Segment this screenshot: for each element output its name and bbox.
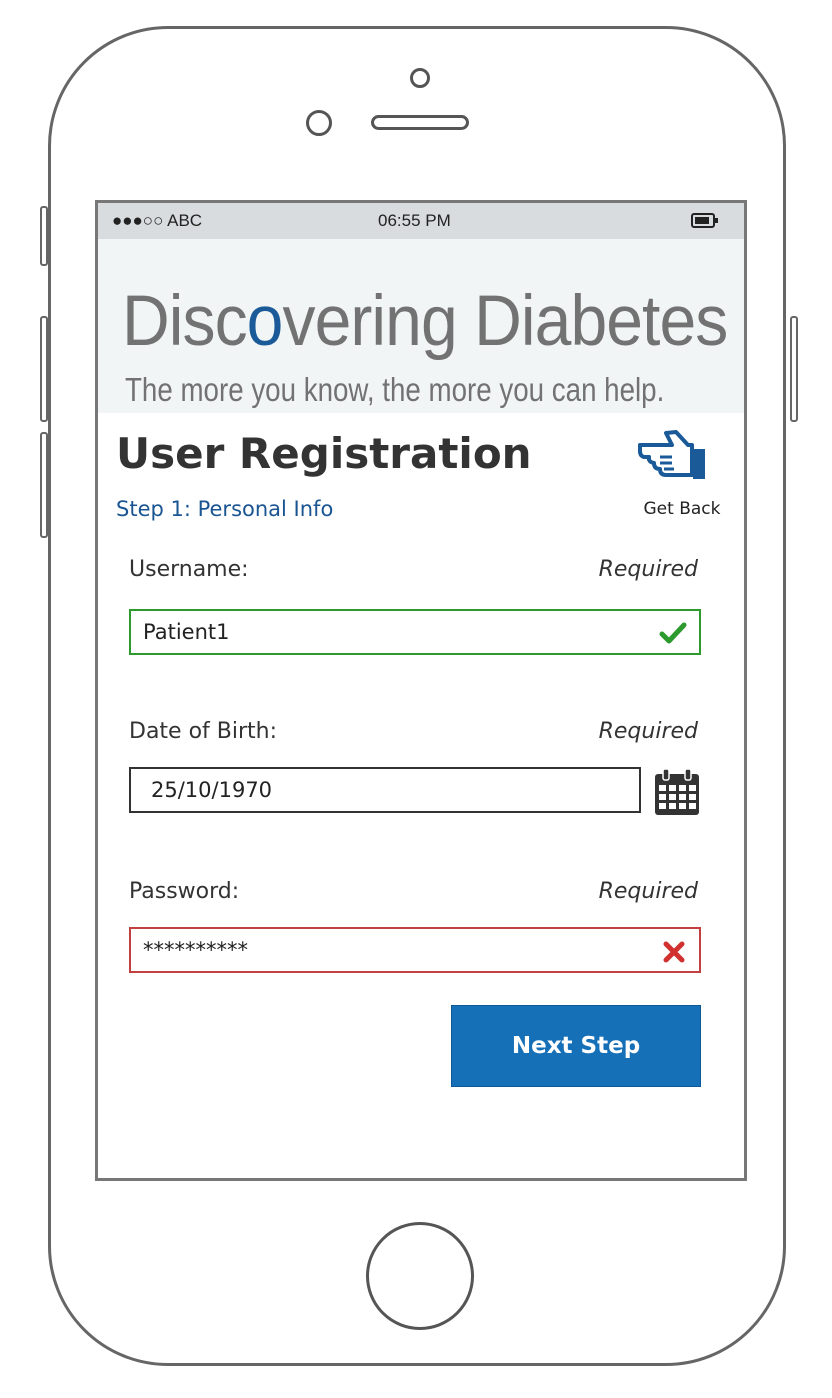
get-back-button[interactable]: Get Back (626, 429, 738, 521)
page-title: User Registration (116, 429, 532, 478)
username-value: Patient1 (143, 620, 230, 644)
password-label: Password: (129, 879, 240, 904)
app-banner: Discovering Diabetes The more you know, … (98, 239, 744, 413)
home-button[interactable] (366, 1222, 474, 1330)
silent-switch (40, 206, 48, 266)
app-tagline: The more you know, the more you can help… (125, 371, 665, 408)
step-indicator: Step 1: Personal Info (116, 497, 334, 521)
calendar-icon[interactable] (654, 768, 700, 816)
username-input[interactable]: Patient1 (129, 609, 701, 655)
next-step-button[interactable]: Next Step (451, 1005, 701, 1087)
dob-input[interactable]: 25/10/1970 (129, 767, 641, 813)
battery-icon (691, 213, 718, 228)
volume-up-button (40, 316, 48, 422)
proximity-sensor (306, 110, 332, 136)
power-button (790, 316, 798, 422)
password-input[interactable]: ********** (129, 927, 701, 973)
error-x-icon (663, 941, 685, 963)
password-required-label: Required (598, 879, 698, 904)
pointing-hand-icon (638, 430, 705, 479)
app-title-accent: o (246, 282, 284, 361)
earpiece-speaker (371, 115, 469, 130)
username-label: Username: (129, 557, 249, 582)
front-camera (410, 68, 430, 88)
phone-screen: ●●●○○ ABC 06:55 PM Discovering Diabetes … (95, 200, 747, 1181)
status-time: 06:55 PM (378, 211, 451, 230)
password-value: ********** (143, 938, 248, 962)
dob-value: 25/10/1970 (151, 778, 273, 802)
check-icon (659, 622, 687, 644)
dob-label: Date of Birth: (129, 719, 278, 744)
carrier-signal: ●●●○○ ABC (112, 211, 203, 230)
username-required-label: Required (598, 557, 698, 582)
status-bar: ●●●○○ ABC 06:55 PM (98, 203, 744, 239)
get-back-label: Get Back (643, 499, 721, 519)
volume-down-button (40, 432, 48, 538)
dob-required-label: Required (598, 719, 698, 744)
app-title: Discovering Diabetes (122, 282, 728, 361)
